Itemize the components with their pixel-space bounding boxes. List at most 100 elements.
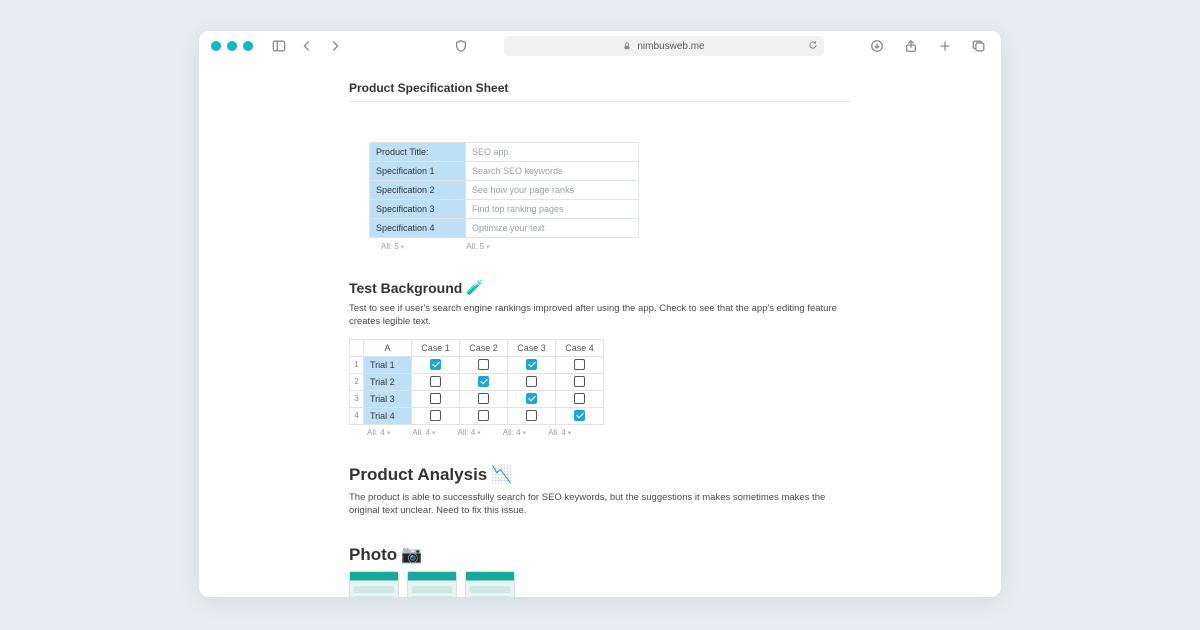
- document-body: Product Specification Sheet Product Titl…: [199, 61, 1001, 597]
- column-count[interactable]: All: 5: [466, 242, 489, 251]
- column-header[interactable]: Case 2: [460, 339, 508, 356]
- close-dot-icon[interactable]: [211, 41, 221, 51]
- checkbox-cell[interactable]: [460, 373, 508, 390]
- checkbox-icon[interactable]: [526, 410, 537, 421]
- zoom-dot-icon[interactable]: [243, 41, 253, 51]
- checkbox-cell[interactable]: [412, 373, 460, 390]
- tabs-icon[interactable]: [969, 36, 989, 56]
- row-label[interactable]: Trial 1: [364, 356, 412, 373]
- row-label: Specification 4: [370, 219, 466, 238]
- address-bar[interactable]: nimbusweb.me: [504, 36, 824, 56]
- sidebar-toggle-icon[interactable]: [269, 36, 289, 56]
- row-number: 1: [350, 356, 364, 373]
- minimize-dot-icon[interactable]: [227, 41, 237, 51]
- table-row[interactable]: 2Trial 2: [350, 373, 604, 390]
- column-header[interactable]: Case 1: [412, 339, 460, 356]
- row-value[interactable]: Optimize your text: [466, 219, 639, 238]
- thumbnail[interactable]: [465, 571, 515, 597]
- table-row[interactable]: 4Trial 4: [350, 407, 604, 424]
- shield-icon[interactable]: [451, 36, 471, 56]
- checkbox-cell[interactable]: [508, 356, 556, 373]
- table-row[interactable]: Specification 1Search SEO keywords: [370, 162, 639, 181]
- column-count[interactable]: All: 4: [503, 428, 526, 437]
- row-label[interactable]: Trial 2: [364, 373, 412, 390]
- checkbox-cell[interactable]: [508, 373, 556, 390]
- reload-icon[interactable]: [808, 40, 818, 53]
- checkbox-icon[interactable]: [430, 393, 441, 404]
- checkbox-cell[interactable]: [460, 390, 508, 407]
- column-count[interactable]: All: 4: [458, 428, 481, 437]
- checkbox-icon[interactable]: [430, 359, 441, 370]
- checkbox-icon[interactable]: [526, 393, 537, 404]
- checkbox-cell[interactable]: [556, 356, 604, 373]
- checkbox-icon[interactable]: [574, 359, 585, 370]
- checkbox-icon[interactable]: [574, 393, 585, 404]
- thumbnail[interactable]: [349, 571, 399, 597]
- checkbox-cell[interactable]: [460, 356, 508, 373]
- checkbox-cell[interactable]: [556, 373, 604, 390]
- column-header[interactable]: A: [364, 339, 412, 356]
- spec-table-counts: All: 5 All: 5: [381, 242, 851, 251]
- forward-button[interactable]: [325, 36, 345, 56]
- chart-down-icon: 📉: [491, 465, 512, 485]
- checkbox-icon[interactable]: [430, 376, 441, 387]
- table-row[interactable]: Specification 3Find top ranking pages: [370, 200, 639, 219]
- trial-table[interactable]: ACase 1Case 2Case 3Case 41Trial 12Trial …: [349, 339, 604, 425]
- row-label[interactable]: Trial 3: [364, 390, 412, 407]
- share-icon[interactable]: [901, 36, 921, 56]
- url-text: nimbusweb.me: [637, 41, 704, 52]
- table-row[interactable]: Specification 2See how your page ranks: [370, 181, 639, 200]
- camera-icon: 📷: [401, 545, 422, 565]
- test-tube-icon: 🧪: [466, 279, 483, 296]
- download-icon[interactable]: [867, 36, 887, 56]
- checkbox-cell[interactable]: [508, 407, 556, 424]
- checkbox-icon[interactable]: [478, 376, 489, 387]
- lock-icon: [623, 42, 631, 50]
- checkbox-icon[interactable]: [478, 410, 489, 421]
- checkbox-icon[interactable]: [478, 393, 489, 404]
- spec-table[interactable]: Product Title:SEO appSpecification 1Sear…: [369, 142, 639, 238]
- checkbox-icon[interactable]: [574, 376, 585, 387]
- column-count[interactable]: All: 4: [548, 428, 571, 437]
- column-header[interactable]: Case 4: [556, 339, 604, 356]
- row-value[interactable]: Find top ranking pages: [466, 200, 639, 219]
- table-row[interactable]: Specification 4Optimize your text: [370, 219, 639, 238]
- row-label: Specification 1: [370, 162, 466, 181]
- new-tab-icon[interactable]: [935, 36, 955, 56]
- column-count[interactable]: All: 5: [381, 242, 404, 251]
- checkbox-icon[interactable]: [526, 359, 537, 370]
- photo-heading: Photo 📷: [349, 545, 851, 565]
- table-row[interactable]: 3Trial 3: [350, 390, 604, 407]
- row-number: 3: [350, 390, 364, 407]
- checkbox-cell[interactable]: [508, 390, 556, 407]
- checkbox-icon[interactable]: [430, 410, 441, 421]
- row-value[interactable]: SEO app: [466, 143, 639, 162]
- back-button[interactable]: [297, 36, 317, 56]
- column-count[interactable]: All: 4: [412, 428, 435, 437]
- thumbnail[interactable]: [407, 571, 457, 597]
- checkbox-cell[interactable]: [556, 407, 604, 424]
- column-header[interactable]: Case 3: [508, 339, 556, 356]
- trial-table-counts: All: 4 All: 4 All: 4 All: 4 All: 4: [367, 428, 851, 437]
- checkbox-cell[interactable]: [460, 407, 508, 424]
- checkbox-icon[interactable]: [526, 376, 537, 387]
- row-label: Specification 2: [370, 181, 466, 200]
- table-row[interactable]: 1Trial 1: [350, 356, 604, 373]
- row-label: Product Title:: [370, 143, 466, 162]
- table-row[interactable]: Product Title:SEO app: [370, 143, 639, 162]
- checkbox-icon[interactable]: [478, 359, 489, 370]
- row-label[interactable]: Trial 4: [364, 407, 412, 424]
- checkbox-cell[interactable]: [412, 356, 460, 373]
- row-number: 2: [350, 373, 364, 390]
- checkbox-cell[interactable]: [412, 407, 460, 424]
- checkbox-cell[interactable]: [412, 390, 460, 407]
- checkbox-cell[interactable]: [556, 390, 604, 407]
- window-controls[interactable]: [211, 41, 253, 51]
- row-number: 4: [350, 407, 364, 424]
- row-value[interactable]: See how your page ranks: [466, 181, 639, 200]
- column-count[interactable]: All: 4: [367, 428, 390, 437]
- checkbox-icon[interactable]: [574, 410, 585, 421]
- product-analysis-body: The product is able to successfully sear…: [349, 491, 851, 518]
- row-value[interactable]: Search SEO keywords: [466, 162, 639, 181]
- titlebar: nimbusweb.me: [199, 31, 1001, 61]
